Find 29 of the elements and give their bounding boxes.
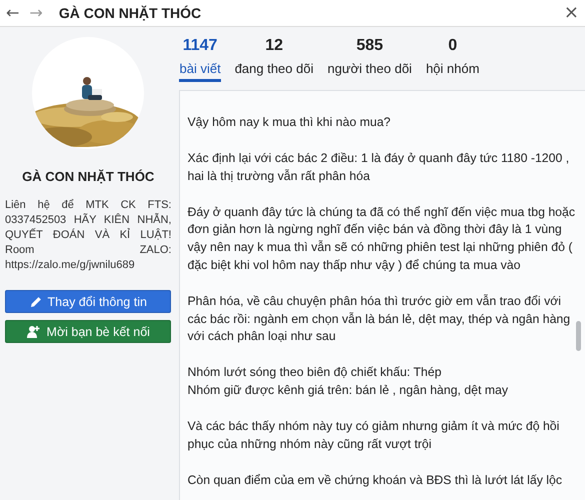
post-text: Vậy hôm nay k mua thì khi nào mua? <box>187 114 392 131</box>
edit-profile-button[interactable]: Thay đổi thông tin <box>5 290 172 313</box>
post-text: các bác rồi: ngành em chọn vẫn là bán lẻ, dệt may, thép và ngân hàng <box>187 310 572 328</box>
post-text: Còn quan điểm của em về chứng khoán và BĐS thì là lướt lát lấy lộc <box>187 472 563 489</box>
post-text: hai là thị trường vẫn rất phân hóa <box>187 168 371 185</box>
add-user-icon <box>26 325 41 338</box>
stat-tab[interactable]: 1147 bài viết <box>179 37 221 90</box>
stat-tab[interactable]: 585 người theo dõi <box>327 37 412 90</box>
post-text: Và các bác thấy nhóm này tuy có giảm nhưng giảm ít và mức độ hồi <box>187 418 560 435</box>
post-text: Phân hóa, về câu chuyện phân hóa thì trước giờ em vẫn trao đổi với <box>187 292 562 310</box>
stat-tab[interactable]: 0 hội nhóm <box>426 37 480 90</box>
stat-tab[interactable]: 12 đang theo dõi <box>234 37 314 90</box>
window-title: GÀ CON NHẶT THÓC <box>58 5 202 21</box>
back-button[interactable]: ← <box>6 5 20 21</box>
post-text: Đáy ở quanh đây tức là chúng ta đã có thể nghĩ đến việc mua tbg hoặc <box>187 204 575 221</box>
profile-name: GÀ CON NHẶT THÓC <box>22 169 154 184</box>
post-text: phục của những nhóm này cũng rất vượt trội <box>187 436 432 453</box>
post-text: vậy nên nay k mua thì vẫn sẽ có những phiên test lại những phiên đỏ ( <box>187 239 574 256</box>
scrollbar[interactable] <box>576 321 581 351</box>
post-text: với cách phân loại như sau <box>187 328 337 346</box>
post-text: Nhóm lướt sóng theo biên độ chiết khấu: Thép <box>187 364 442 382</box>
post-text: đơn giản hơn là ngừng nghĩ đến việc bán và đồng thời đây là 1 vùng <box>187 221 563 238</box>
post-text: Xác định lại với các bác 2 điều: 1 là đáy ở quanh đây tức 1180 -1200 , <box>187 150 570 167</box>
pencil-icon <box>30 296 42 308</box>
close-button[interactable]: × <box>564 4 579 22</box>
post-text: Nhóm giữ được kênh giá trên: bán lẻ , ngân hàng, dệt may <box>187 382 510 399</box>
invite-friends-button[interactable]: Mời bạn bè kết nối <box>5 320 172 343</box>
profile-bio: Liên hệ để MTK CK FTS: 0337452503 HÃY KIÊN NHẪN, QUYẾT ĐOÁN VÀ KỈ LUẬT! Room ZALO: https://zalo.me/g/jwnilu689 <box>5 198 172 273</box>
post-text: đặc biệt khi vol hôm nay thấp như vậy ) để chúng ta mua vào <box>187 256 522 274</box>
